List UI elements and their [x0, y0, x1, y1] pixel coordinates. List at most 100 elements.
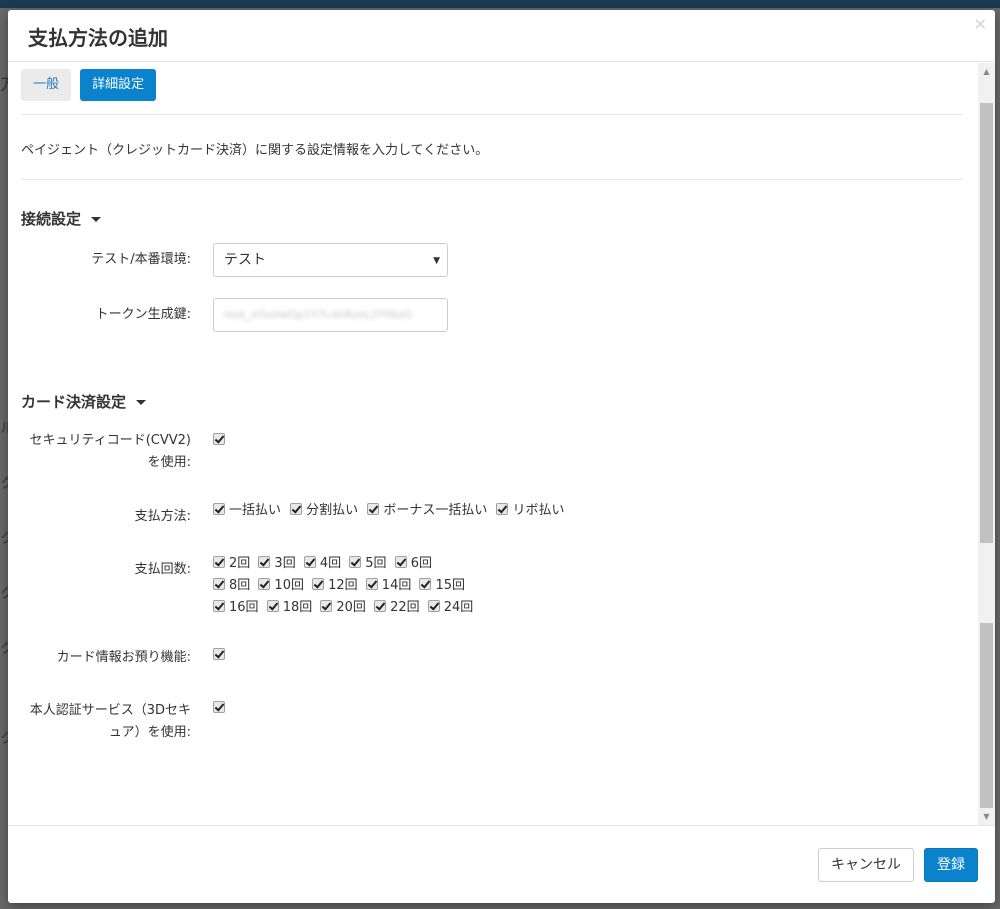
auth-label-line2: ュア）を使用: [108, 725, 191, 740]
count-option-label: 8回 [229, 578, 251, 593]
count-option[interactable]: 14回 [365, 577, 411, 595]
cvv-checkbox[interactable] [213, 433, 225, 445]
count-checkbox[interactable] [320, 600, 333, 612]
count-option[interactable]: 24回 [427, 599, 474, 617]
count-option-label: 3回 [274, 556, 296, 571]
count-option-label: 18回 [282, 600, 313, 615]
count-checkbox[interactable] [365, 578, 378, 590]
count-checkbox[interactable] [374, 600, 387, 612]
count-label: 支払回数: [134, 562, 191, 577]
count-checkbox[interactable] [394, 556, 407, 568]
count-option-label: 2回 [229, 556, 251, 571]
method-option[interactable]: ボーナス一括払い [367, 500, 487, 522]
auth-label: 本人認証サービス（3Dセキ ュア）を使用: [11, 700, 191, 744]
count-options-row2: 8回 10回 12回 14回 15回 [213, 577, 469, 595]
cvv-label-line1: セキュリティコード(CVV2) [29, 433, 192, 448]
count-checkbox[interactable] [349, 556, 362, 568]
count-checkbox[interactable] [312, 578, 325, 590]
cancel-button[interactable]: キャンセル [818, 848, 914, 882]
count-checkbox[interactable] [258, 556, 271, 568]
token-input-value: test_xOuiIwOp1Y7LdnRzoL2Y0bd1 [224, 308, 413, 321]
count-checkbox[interactable] [258, 578, 271, 590]
divider [21, 179, 963, 180]
count-checkbox[interactable] [213, 578, 225, 590]
count-option[interactable]: 12回 [312, 577, 358, 595]
tab-bar: 一般 詳細設定 [21, 69, 161, 101]
section-card[interactable]: カード決済設定 [21, 391, 147, 412]
method-checkbox[interactable] [213, 503, 225, 515]
method-checkbox[interactable] [496, 503, 509, 515]
chevron-down-icon: ▼ [433, 256, 440, 266]
method-option-label: 分割払い [306, 503, 359, 518]
method-label: 支払方法: [134, 509, 191, 524]
section-connection-title: 接続設定 [21, 210, 82, 228]
count-option-label: 22回 [390, 600, 420, 615]
count-option[interactable]: 10回 [258, 577, 304, 595]
storage-checkbox-row [213, 645, 225, 667]
count-option[interactable]: 8回 [213, 577, 250, 595]
method-option-label: リボ払い [512, 503, 565, 518]
description-text: ペイジェント（クレジットカード決済）に関する設定情報を入力してください。 [21, 143, 489, 158]
tab-detail-settings[interactable]: 詳細設定 [80, 69, 157, 101]
method-checkbox[interactable] [290, 503, 303, 515]
scrollbar-thumb-lower[interactable] [980, 623, 993, 808]
count-option-label: 16回 [229, 600, 259, 615]
auth-checkbox[interactable] [213, 701, 225, 713]
count-option[interactable]: 4回 [303, 555, 342, 573]
tab-general[interactable]: 一般 [21, 69, 72, 101]
method-option[interactable]: 一括払い [213, 500, 281, 522]
count-option[interactable]: 22回 [374, 599, 420, 617]
method-options: 一括払い 分割払い ボーナス一括払い リボ払い [213, 500, 569, 522]
count-option-label: 4回 [319, 556, 342, 571]
close-icon[interactable]: × [974, 14, 987, 33]
count-option-label: 20回 [336, 600, 366, 615]
cvv-checkbox-row [213, 430, 225, 452]
storage-checkbox[interactable] [213, 648, 225, 660]
backdrop-topbar [0, 0, 1000, 8]
count-option-label: 24回 [443, 600, 474, 615]
scroll-up-icon[interactable]: ▲ [978, 63, 995, 80]
count-checkbox[interactable] [419, 578, 432, 590]
auth-label-line1: 本人認証サービス（3Dセキ [29, 703, 191, 718]
count-checkbox[interactable] [303, 556, 316, 568]
add-payment-method-modal: 支払方法の追加 × 一般 詳細設定 ペイジェント（クレジットカード決済）に関する… [8, 10, 995, 903]
count-checkbox[interactable] [427, 600, 440, 612]
count-option[interactable]: 2回 [213, 555, 250, 573]
auth-checkbox-row [213, 698, 225, 720]
count-checkbox[interactable] [213, 556, 225, 568]
method-option[interactable]: 分割払い [290, 500, 358, 522]
count-options-row3: 16回 18回 20回 22回 24回 [213, 599, 477, 617]
count-checkbox[interactable] [266, 600, 279, 612]
count-option[interactable]: 6回 [394, 555, 432, 573]
caret-down-icon [136, 400, 147, 405]
env-select[interactable]: テスト ▼ [213, 243, 448, 277]
count-option-label: 6回 [410, 556, 432, 571]
env-select-value: テスト [224, 252, 266, 268]
count-option[interactable]: 5回 [349, 555, 387, 573]
count-option-label: 12回 [328, 578, 358, 593]
count-option[interactable]: 16回 [213, 599, 259, 617]
token-input[interactable]: test_xOuiIwOp1Y7LdnRzoL2Y0bd1 [213, 298, 448, 332]
section-card-title: カード決済設定 [21, 393, 127, 411]
scrollbar[interactable]: ▲ ▼ [978, 63, 995, 825]
storage-label: カード情報お預り機能: [56, 650, 191, 665]
count-option-label: 5回 [365, 556, 387, 571]
modal-title: 支払方法の追加 [28, 26, 168, 50]
count-option-label: 15回 [435, 578, 466, 593]
modal-footer: キャンセル 登録 [8, 825, 995, 903]
section-connection[interactable]: 接続設定 [21, 208, 102, 229]
count-checkbox[interactable] [213, 600, 225, 612]
token-label: トークン生成鍵: [95, 307, 191, 322]
submit-button[interactable]: 登録 [924, 848, 978, 882]
scroll-down-icon[interactable]: ▼ [978, 808, 995, 825]
count-option[interactable]: 15回 [419, 577, 465, 595]
modal-body: 一般 詳細設定 ペイジェント（クレジットカード決済）に関する設定情報を入力してく… [8, 63, 995, 825]
count-option[interactable]: 3回 [258, 555, 296, 573]
count-option[interactable]: 18回 [266, 599, 313, 617]
scrollbar-thumb[interactable] [980, 103, 993, 543]
count-option[interactable]: 20回 [320, 599, 366, 617]
method-option[interactable]: リボ払い [496, 500, 564, 522]
count-option-label: 10回 [274, 578, 304, 593]
method-option-label: ボーナス一括払い [383, 503, 488, 518]
method-checkbox[interactable] [367, 503, 380, 515]
